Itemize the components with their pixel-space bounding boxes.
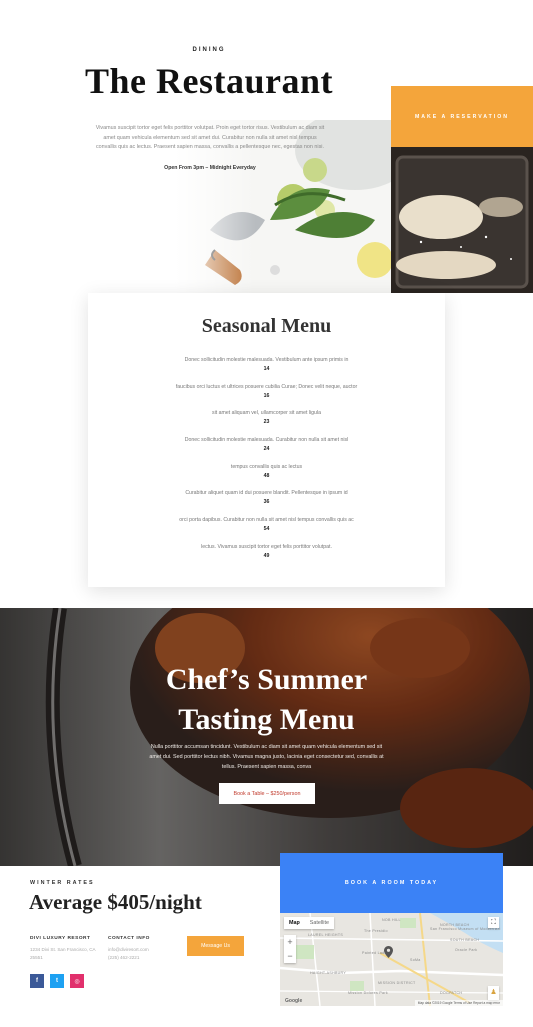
menu-item-price: 24 <box>263 446 270 453</box>
zoom-in-button[interactable]: + <box>284 935 296 949</box>
chef-title-line2: Tasting Menu <box>178 703 355 736</box>
map-type-satellite[interactable]: Satellite <box>305 917 334 929</box>
map-pin-icon[interactable] <box>384 946 393 958</box>
menu-item-description: Donec sollicitudin molestie malesuada. V… <box>184 357 349 363</box>
google-logo: Google <box>285 998 303 1004</box>
location-map[interactable]: NOB HILL NORTH BEACH LAUREL HEIGHTS The … <box>280 913 503 1006</box>
menu-item: Donec sollicitudin molestie malesuada. C… <box>88 436 445 463</box>
menu-item-price: 23 <box>263 419 270 426</box>
map-label: MISSION DISTRICT <box>378 981 416 985</box>
fullscreen-icon[interactable]: ⛶ <box>488 917 499 928</box>
menu-item: Donec sollicitudin molestie malesuada. V… <box>88 356 445 383</box>
book-room-label: BOOK A ROOM TODAY <box>344 880 439 886</box>
winter-rates-label: WINTER RATES <box>30 880 95 886</box>
footer-section: WINTER RATES Average $405/night DIVI LUX… <box>0 853 533 1027</box>
map-type-toggle[interactable]: Map Satellite <box>284 917 334 929</box>
contact-info: info@diviresort.com (225) 462-2221 <box>108 946 184 962</box>
menu-item-description: faucibus orci luctus et ultrices posuere… <box>175 383 358 390</box>
seasonal-menu-card: Seasonal Menu Donec sollicitudin molesti… <box>88 293 445 587</box>
price-heading: Average $405/night <box>29 890 202 914</box>
menu-title: Seasonal Menu <box>201 315 332 337</box>
menu-item-description: orci porta dapibus. Curabitur non nulla … <box>179 517 354 524</box>
map-label: NOB HILL <box>382 918 401 922</box>
chef-title-line1: Chef’s Summer <box>165 663 368 696</box>
chef-tasting-section: Chef’s Summer Tasting Menu Nulla porttit… <box>0 608 533 866</box>
menu-item-price: 49 <box>263 552 270 559</box>
menu-item-description: tempus convallis quis ac lectus <box>230 463 303 470</box>
menu-item: lectus. Vivamus suscipit tortor eget fel… <box>88 543 445 570</box>
map-label: DOGPATCH <box>440 991 463 995</box>
hero-eyebrow: DINING <box>192 47 226 53</box>
facebook-icon[interactable]: f <box>30 974 44 988</box>
page-title: The Restaurant <box>85 61 333 101</box>
twitter-icon[interactable]: t <box>50 974 64 988</box>
menu-item-price: 36 <box>263 499 270 506</box>
menu-item: Curabitur aliquet quam id dui posuere bl… <box>88 489 445 516</box>
contact-email[interactable]: info@diviresort.com <box>108 946 184 954</box>
menu-item: sit amet aliquam vel, ullamcorper sit am… <box>88 409 445 436</box>
zoom-control: + − <box>284 935 296 963</box>
book-table-button[interactable]: Book a Table – $250/person <box>219 783 315 804</box>
map-label: The Presidio <box>364 929 388 933</box>
map-type-map[interactable]: Map <box>284 917 305 929</box>
menu-item-description: lectus. Vivamus suscipit tortor eget fel… <box>201 543 332 550</box>
hero-description: Vivamus suscipit tortor eget felis portt… <box>95 125 325 150</box>
chef-title: Chef’s Summer Tasting Menu <box>0 660 533 740</box>
bread-photo <box>391 147 533 293</box>
hero-section: DINING The Restaurant Vivamus suscipit t… <box>0 0 533 293</box>
contact-label: CONTACT INFO <box>108 936 150 941</box>
book-room-button[interactable]: BOOK A ROOM TODAY <box>280 853 503 913</box>
menu-item-description: Curabitur aliquet quam id dui posuere bl… <box>185 490 348 497</box>
hero-hours: Open From 3pm – Midnight Everyday <box>164 165 256 171</box>
menu-item-price: 14 <box>263 366 270 372</box>
instagram-icon[interactable]: ◎ <box>70 974 84 988</box>
map-label: SoMa <box>410 958 421 962</box>
resort-label: DIVI LUXURY RESORT <box>30 936 91 941</box>
map-label: Oracle Park <box>455 948 478 952</box>
contact-phone: (225) 462-2221 <box>108 955 140 960</box>
make-reservation-button[interactable]: MAKE A RESERVATION <box>391 86 533 147</box>
resort-address: 1234 Divi St. San Francisco, CA 25551 <box>30 947 96 960</box>
menu-item: faucibus orci luctus et ultrices posuere… <box>88 383 445 410</box>
menu-item-description: sit amet aliquam vel, ullamcorper sit am… <box>212 410 321 417</box>
menu-item: orci porta dapibus. Curabitur non nulla … <box>88 516 445 543</box>
map-attribution[interactable]: Map data ©2019 Google Terms of Use Repor… <box>414 1000 503 1006</box>
map-label: HAIGHT-ASHBURY <box>310 971 347 975</box>
map-label: LAUREL HEIGHTS <box>308 933 344 937</box>
menu-item-price: 16 <box>263 392 270 399</box>
map-label: Mission Dolores Park <box>348 991 388 995</box>
chef-description: Nulla porttitor accumsan tincidunt. Vest… <box>149 744 384 770</box>
menu-item-description: Donec sollicitudin molestie malesuada. C… <box>184 437 349 444</box>
menu-item-price: 54 <box>263 526 270 533</box>
map-label: SOUTH BEACH <box>450 938 480 942</box>
message-us-button[interactable]: Message Us <box>187 936 244 956</box>
make-reservation-label: MAKE A RESERVATION <box>414 113 510 120</box>
menu-item-price: 48 <box>263 472 270 479</box>
menu-list: Donec sollicitudin molestie malesuada. V… <box>88 356 445 570</box>
menu-item: tempus convallis quis ac lectus 48 <box>88 463 445 490</box>
street-view-icon[interactable]: ♟ <box>488 986 499 1000</box>
zoom-out-button[interactable]: − <box>284 949 296 963</box>
